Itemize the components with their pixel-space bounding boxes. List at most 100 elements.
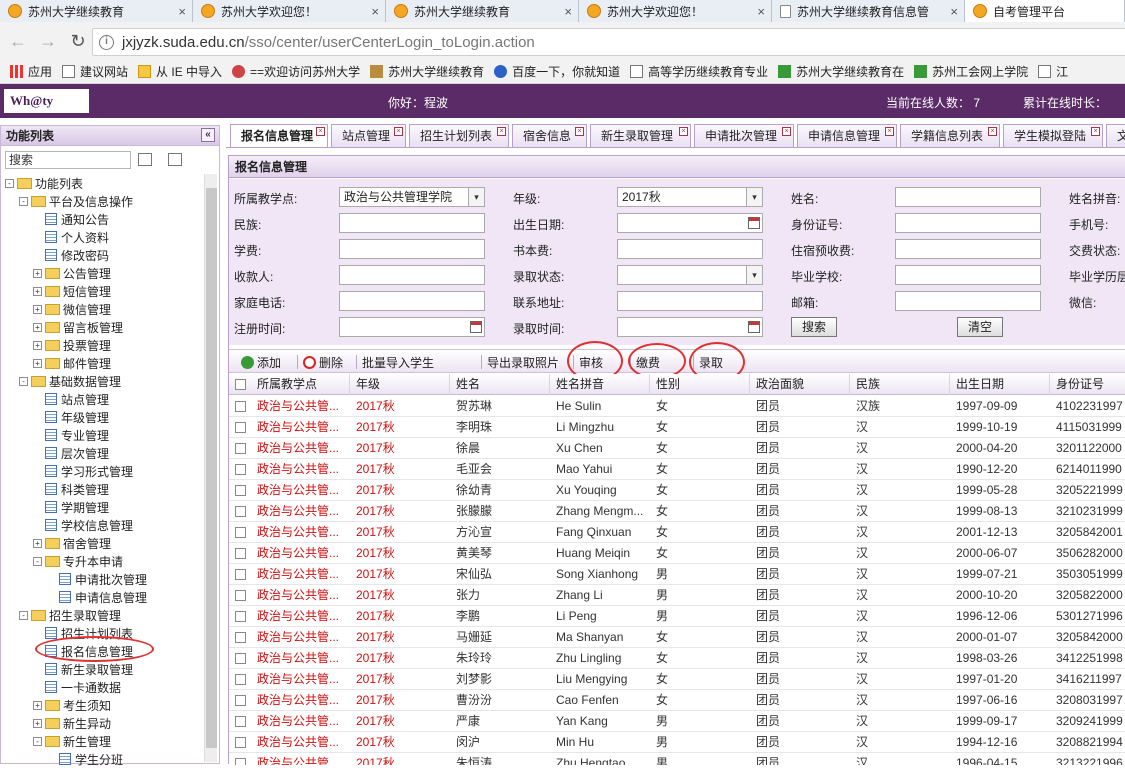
expand-node-icon[interactable]: + xyxy=(33,358,42,368)
row-checkbox[interactable] xyxy=(235,695,246,706)
table-row[interactable]: 政治与公共管... 2017秋 徐晨 Xu Chen 女 团员 汉 2000-04-20 320… xyxy=(229,438,1125,459)
row-checkbox[interactable] xyxy=(235,737,246,748)
bookmark-item[interactable]: 苏州大学继续教育 xyxy=(370,63,484,80)
column-header[interactable]: 所属教学点 xyxy=(251,374,350,395)
tree-node[interactable]: 站点管理 xyxy=(45,390,109,408)
column-header[interactable]: 政治面貌 xyxy=(750,374,850,395)
bookmark-item[interactable]: 苏州工会网上学院 xyxy=(914,63,1028,80)
table-row[interactable]: 政治与公共管... 2017秋 李鹏 Li Peng 男 团员 汉 1996-12-06 530… xyxy=(229,606,1125,627)
table-row[interactable]: 政治与公共管... 2017秋 方沁宣 Fang Qinxuan 女 团员 汉 2001-12… xyxy=(229,522,1125,543)
forward-icon[interactable]: → xyxy=(36,31,60,52)
tab-0[interactable]: 报名信息管理 × xyxy=(230,124,328,147)
bookmark-item[interactable]: 苏州大学继续教育在 xyxy=(778,63,904,80)
collapse-all-icon[interactable] xyxy=(168,153,182,166)
form-field-input[interactable] xyxy=(895,265,1041,285)
tree-node[interactable]: 申请批次管理 xyxy=(59,570,147,588)
tree-node[interactable]: 学习形式管理 xyxy=(45,462,133,480)
tree-scrollbar-thumb[interactable] xyxy=(206,188,217,748)
browser-tab[interactable]: 苏州大学继续教育信息管 × xyxy=(772,0,965,22)
table-row[interactable]: 政治与公共管... 2017秋 徐幼青 Xu Youqing 女 团员 汉 1999-05-2… xyxy=(229,480,1125,501)
column-header[interactable]: 姓名 xyxy=(450,374,550,395)
expand-node-icon[interactable]: + xyxy=(33,322,42,332)
expand-node-icon[interactable]: + xyxy=(33,340,42,350)
tab-close-icon[interactable]: × xyxy=(782,127,791,136)
table-row[interactable]: 政治与公共管... 2017秋 贺苏琳 He Sulin 女 团员 汉族 1997-09-09… xyxy=(229,396,1125,417)
table-row[interactable]: 政治与公共管... 2017秋 宋仙弘 Song Xianhong 男 团员 汉 1999-0… xyxy=(229,564,1125,585)
expand-node-icon[interactable]: + xyxy=(33,700,42,710)
tree-node[interactable]: + 投票管理 xyxy=(33,336,111,354)
tab-close-icon[interactable]: × xyxy=(394,127,403,136)
table-row[interactable]: 政治与公共管... 2017秋 朱玲玲 Zhu Lingling 女 团员 汉 1998-03… xyxy=(229,648,1125,669)
batch-import-button[interactable]: 批量导入学生 xyxy=(362,353,434,584)
search-button[interactable]: 搜索 xyxy=(791,317,837,337)
row-checkbox[interactable] xyxy=(235,485,246,496)
tab-3[interactable]: 宿舍信息 × xyxy=(512,124,587,147)
tree-scrollbar[interactable] xyxy=(204,174,217,762)
tab-close-icon[interactable]: × xyxy=(1091,127,1100,136)
column-header[interactable]: 民族 xyxy=(850,374,950,395)
tab-5[interactable]: 申请批次管理 × xyxy=(694,124,794,147)
calendar-icon[interactable] xyxy=(470,321,482,333)
tab-close-icon[interactable]: × xyxy=(497,127,506,136)
add-button[interactable]: 添加 xyxy=(241,353,281,371)
tree-node[interactable]: + 留言板管理 xyxy=(33,318,123,336)
form-field-input[interactable] xyxy=(617,291,763,311)
tree-node[interactable]: 一卡通数据 xyxy=(45,678,121,696)
bookmark-item[interactable]: 从 IE 中导入 xyxy=(138,63,222,80)
browser-tab[interactable]: 苏州大学继续教育 × xyxy=(0,0,193,22)
close-icon[interactable]: × xyxy=(757,4,765,19)
form-field-input[interactable]: 2017秋 ▾ xyxy=(617,187,763,207)
column-header[interactable]: 出生日期 xyxy=(950,374,1050,395)
tree-node[interactable]: 层次管理 xyxy=(45,444,109,462)
tab-8[interactable]: 学生模拟登陆 × xyxy=(1003,124,1103,147)
table-row[interactable]: 政治与公共管... 2017秋 毛亚会 Mao Yahui 女 团员 汉 1990-12-20… xyxy=(229,459,1125,480)
chevron-down-icon[interactable]: ▾ xyxy=(746,188,762,206)
url-input[interactable]: i jxjyzk.suda.edu.cn/sso/center/userCent… xyxy=(92,28,1125,56)
bookmark-item[interactable]: ==欢迎访问苏州大学 xyxy=(232,63,360,80)
row-checkbox[interactable] xyxy=(235,506,246,517)
column-header[interactable]: 身份证号 xyxy=(1050,374,1125,395)
row-checkbox[interactable] xyxy=(235,653,246,664)
tree-node[interactable]: + 宿舍管理 xyxy=(33,534,111,552)
row-checkbox[interactable] xyxy=(235,464,246,475)
column-header[interactable]: 性别 xyxy=(650,374,750,395)
tree-node[interactable]: - 基础数据管理 xyxy=(19,372,121,390)
tree-node[interactable]: + 短信管理 xyxy=(33,282,111,300)
chevron-down-icon[interactable]: ▾ xyxy=(746,266,762,284)
tab-close-icon[interactable]: × xyxy=(679,127,688,136)
form-field-input[interactable] xyxy=(339,265,485,285)
collapse-icon[interactable]: « xyxy=(201,128,215,142)
table-row[interactable]: 政治与公共管... 2017秋 闵沪 Min Hu 男 团员 汉 1994-12-16 3208… xyxy=(229,732,1125,753)
tree-node[interactable]: - 招生录取管理 xyxy=(19,606,121,624)
tree-node[interactable]: 年级管理 xyxy=(45,408,109,426)
row-checkbox[interactable] xyxy=(235,548,246,559)
bookmark-item[interactable]: 百度一下，你就知道 xyxy=(494,63,620,80)
delete-button[interactable]: 删除 xyxy=(303,353,343,371)
close-icon[interactable]: × xyxy=(564,4,572,19)
tree-node[interactable]: - 专升本申请 xyxy=(33,552,123,570)
tab-4[interactable]: 新生录取管理 × xyxy=(590,124,691,147)
collapse-node-icon[interactable]: - xyxy=(5,178,14,188)
expand-node-icon[interactable]: + xyxy=(33,538,42,548)
column-header[interactable]: 姓名拼音 xyxy=(550,374,650,395)
form-field-input[interactable]: 政治与公共管理学院 ▾ xyxy=(339,187,485,207)
calendar-icon[interactable] xyxy=(748,217,760,229)
tree-node[interactable]: 申请信息管理 xyxy=(59,588,147,606)
export-photos-button[interactable]: 导出录取照片 xyxy=(487,353,559,584)
collapse-node-icon[interactable]: - xyxy=(19,610,28,620)
collapse-node-icon[interactable]: - xyxy=(19,196,28,206)
bookmark-item[interactable]: 应用 xyxy=(10,63,52,80)
browser-tab[interactable]: 苏州大学欢迎您！ × xyxy=(193,0,386,22)
clear-button[interactable]: 清空 xyxy=(957,317,1003,337)
tree-node[interactable]: 学校信息管理 xyxy=(45,516,133,534)
close-icon[interactable]: × xyxy=(950,4,958,19)
tab-close-icon[interactable]: × xyxy=(885,127,894,136)
tab-2[interactable]: 招生计划列表 × xyxy=(409,124,509,147)
tree-node[interactable]: 修改密码 xyxy=(45,246,109,264)
row-checkbox[interactable] xyxy=(235,569,246,580)
row-checkbox[interactable] xyxy=(235,443,246,454)
bookmark-item[interactable]: 建议网站 xyxy=(62,63,128,80)
tree-node[interactable]: 科类管理 xyxy=(45,480,109,498)
form-field-input[interactable] xyxy=(895,291,1041,311)
form-field-input[interactable] xyxy=(339,291,485,311)
